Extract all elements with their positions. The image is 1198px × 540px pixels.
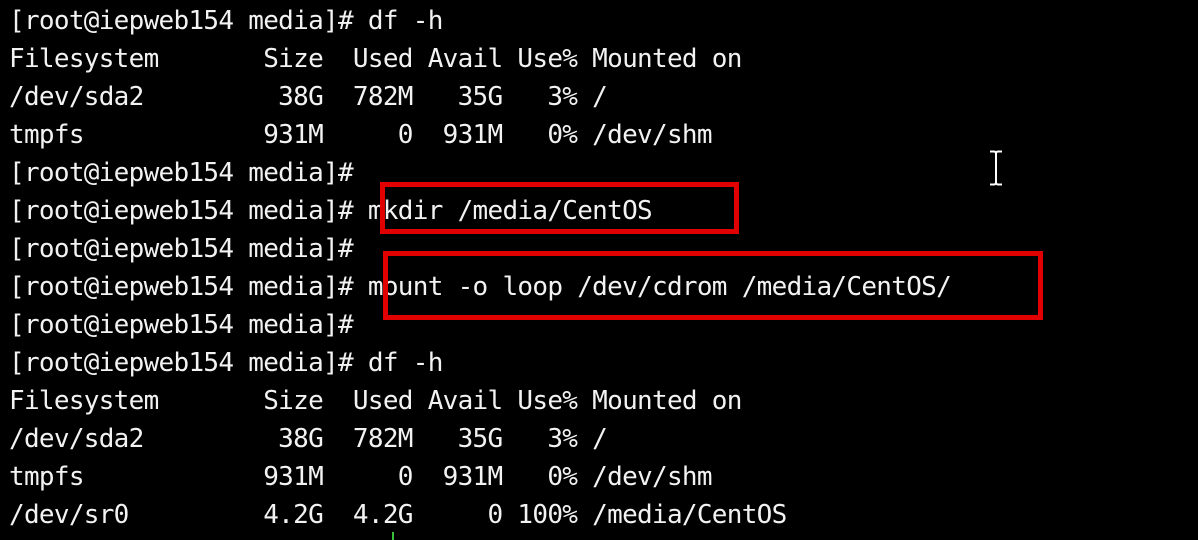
terminal-line-3: /dev/sda2 38G 782M 35G 3% / (9, 82, 608, 112)
terminal-line-14: /dev/sr0 4.2G 4.2G 0 100% /media/CentOS (9, 500, 787, 530)
terminal-line-10: [root@iepweb154 media]# df -h (9, 348, 443, 378)
terminal-line-12: /dev/sda2 38G 782M 35G 3% / (9, 424, 608, 454)
terminal-line-2: Filesystem Size Used Avail Use% Mounted … (9, 44, 742, 74)
mount-command-highlight-box (383, 251, 1043, 320)
text-cursor-marker (392, 532, 394, 540)
mkdir-command-highlight-box (380, 182, 739, 234)
terminal-line-5: [root@iepweb154 media]# (9, 158, 354, 188)
terminal-line-1: [root@iepweb154 media]# df -h (9, 6, 443, 36)
terminal-line-7: [root@iepweb154 media]# (9, 234, 354, 264)
terminal-line-11: Filesystem Size Used Avail Use% Mounted … (9, 386, 742, 416)
terminal-window[interactable]: [root@iepweb154 media]# df -h Filesystem… (0, 0, 1198, 540)
terminal-line-4: tmpfs 931M 0 931M 0% /dev/shm (9, 120, 713, 150)
terminal-line-13: tmpfs 931M 0 931M 0% /dev/shm (9, 462, 713, 492)
i-beam-cursor-icon (990, 150, 1002, 186)
terminal-line-9: [root@iepweb154 media]# (9, 310, 354, 340)
